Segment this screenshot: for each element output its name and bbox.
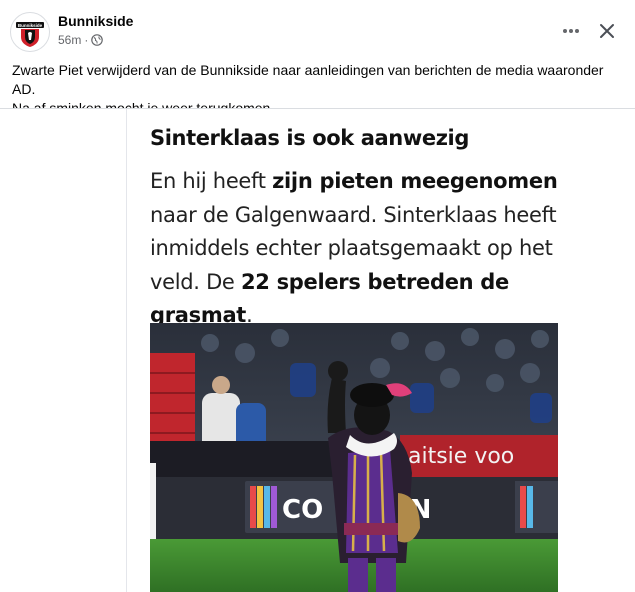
more-options-button[interactable]: [556, 18, 586, 44]
article-screenshot[interactable]: Sinterklaas is ook aanwezig En hij heeft…: [127, 109, 607, 592]
body-bold-1: zijn pieten meegenomen: [272, 169, 558, 193]
meta-separator: ·: [84, 33, 89, 47]
avatar[interactable]: Bunnikside: [10, 12, 50, 52]
ad-board-center-text: CO: [282, 495, 323, 525]
costumed-figure: [327, 361, 420, 592]
avatar-logo-text: Bunnikside: [18, 23, 43, 28]
article-photo: aitsie voo CO IN: [150, 323, 558, 592]
post-author-name[interactable]: Bunnikside: [58, 13, 133, 29]
close-icon: [600, 24, 614, 38]
body-text-1: En hij heeft: [150, 169, 273, 193]
post-header: Bunnikside Bunnikside 56m ·: [0, 0, 635, 60]
post-meta: 56m ·: [58, 33, 104, 47]
globe-icon: [91, 34, 104, 46]
close-button[interactable]: [594, 18, 620, 44]
more-horizontal-icon: [563, 29, 579, 33]
caption-line-1: Zwarte Piet verwijderd van de Bunnikside…: [12, 62, 604, 97]
post-timestamp[interactable]: 56m: [58, 33, 81, 47]
bunnikside-logo-icon: Bunnikside: [12, 14, 48, 50]
article-body: En hij heeft zijn pieten meegenomen naar…: [150, 165, 590, 333]
ad-board-text: aitsie voo: [408, 444, 514, 469]
article-heading: Sinterklaas is ook aanwezig: [150, 126, 469, 150]
